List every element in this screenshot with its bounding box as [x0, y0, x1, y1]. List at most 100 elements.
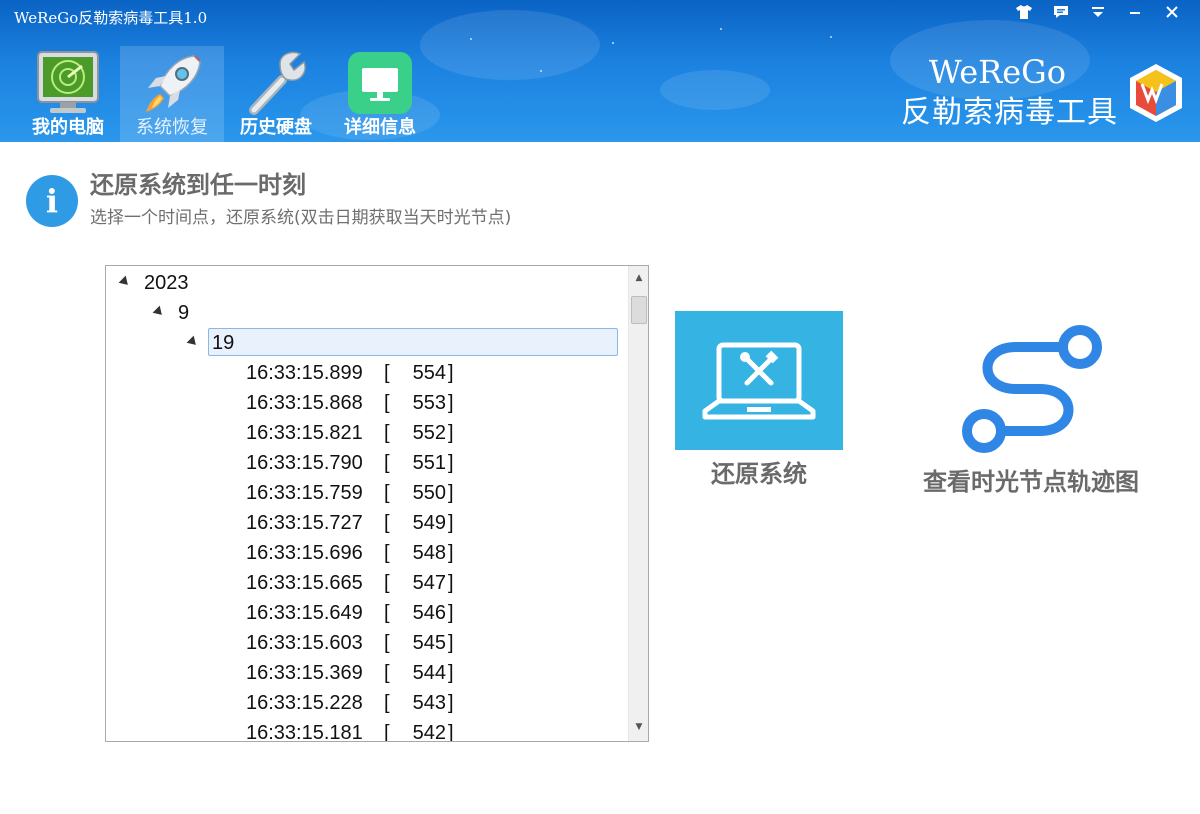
bracket-open: [ — [384, 692, 390, 714]
restore-point-time: 16:33:15.821 — [246, 422, 363, 444]
restore-point-item[interactable]: 16:33:15.790 [551] — [106, 448, 628, 478]
scrollbar-thumb[interactable] — [631, 296, 647, 324]
restore-system-label[interactable]: 还原系统 — [675, 458, 843, 490]
restore-point-item[interactable]: 16:33:15.228 [543] — [106, 688, 628, 718]
restore-point-index: 551 — [412, 452, 446, 474]
tab-history-disk[interactable]: 历史硬盘 — [224, 46, 328, 142]
feedback-button[interactable] — [1042, 0, 1079, 24]
bracket-close: ] — [448, 392, 454, 414]
page-subtitle: 选择一个时间点，还原系统(双击日期获取当天时光节点) — [90, 208, 512, 228]
star-decoration — [612, 42, 614, 44]
restore-point-item[interactable]: 16:33:15.899 [554] — [106, 358, 628, 388]
brand: WeReGo 反勒索病毒工具 — [878, 48, 1118, 138]
tree-scrollbar[interactable]: ▲ ▼ — [628, 266, 648, 741]
close-button[interactable] — [1153, 0, 1190, 24]
minimize-icon — [1129, 12, 1140, 14]
restore-point-item[interactable]: 16:33:15.603 [545] — [106, 628, 628, 658]
minimize-button[interactable] — [1116, 0, 1153, 24]
tree-node-month[interactable]: 9 — [106, 298, 628, 328]
tree-node-label: 19 — [212, 332, 235, 354]
restore-system-button[interactable] — [675, 311, 843, 450]
restore-point-index: 545 — [412, 632, 446, 654]
restore-point-index: 543 — [412, 692, 446, 714]
restore-point-time: 16:33:15.696 — [246, 542, 363, 564]
bracket-open: [ — [384, 722, 390, 741]
restore-point-time: 16:33:15.790 — [246, 452, 363, 474]
brand-name-en: WeReGo — [928, 53, 1066, 91]
tab-details[interactable]: 详细信息 — [328, 46, 432, 142]
restore-point-item[interactable]: 16:33:15.696 [548] — [106, 538, 628, 568]
scroll-up-icon[interactable]: ▲ — [629, 268, 648, 288]
restore-point-item[interactable]: 16:33:15.649 [546] — [106, 598, 628, 628]
tree-node-label: 2023 — [144, 272, 189, 294]
star-decoration — [470, 38, 472, 40]
restore-point-index: 550 — [412, 482, 446, 504]
restore-point-time: 16:33:15.649 — [246, 602, 363, 624]
main-nav: 我的电脑 系统恢复 历史硬盘 详细信息 — [16, 46, 432, 142]
route-path-icon — [962, 325, 1102, 453]
bracket-open: [ — [384, 602, 390, 624]
bracket-close: ] — [448, 662, 454, 684]
bracket-open: [ — [384, 482, 390, 504]
bracket-close: ] — [448, 722, 454, 741]
bracket-close: ] — [448, 692, 454, 714]
tab-label: 历史硬盘 — [240, 117, 312, 138]
selection-highlight — [208, 328, 618, 356]
restore-point-item[interactable]: 16:33:15.821 [552] — [106, 418, 628, 448]
scroll-down-icon[interactable]: ▼ — [629, 717, 648, 737]
restore-point-item[interactable]: 16:33:15.727 [549] — [106, 508, 628, 538]
restore-point-time: 16:33:15.899 — [246, 362, 363, 384]
expanded-caret-icon — [152, 305, 166, 319]
tab-my-computer[interactable]: 我的电脑 — [16, 46, 120, 142]
bracket-close: ] — [448, 602, 454, 624]
restore-point-item[interactable]: 16:33:15.369 [544] — [106, 658, 628, 688]
radar-monitor-icon — [37, 51, 99, 113]
star-decoration — [720, 28, 722, 30]
restore-point-time: 16:33:15.665 — [246, 572, 363, 594]
restore-point-item[interactable]: 16:33:15.665 [547] — [106, 568, 628, 598]
bracket-close: ] — [448, 422, 454, 444]
bracket-open: [ — [384, 572, 390, 594]
restore-point-item[interactable]: 16:33:15.759 [550] — [106, 478, 628, 508]
restore-point-time: 16:33:15.868 — [246, 392, 363, 414]
brand-logo-icon — [1130, 64, 1182, 122]
menu-button[interactable] — [1079, 0, 1116, 24]
bracket-open: [ — [384, 542, 390, 564]
restore-point-item[interactable]: 16:33:15.181 [542] — [106, 718, 628, 741]
restore-point-index: 544 — [412, 662, 446, 684]
bracket-open: [ — [384, 362, 390, 384]
bracket-open: [ — [384, 452, 390, 474]
info-icon: i — [26, 175, 78, 227]
bracket-open: [ — [384, 422, 390, 444]
close-icon — [1165, 6, 1178, 18]
bracket-open: [ — [384, 662, 390, 684]
restore-point-item[interactable]: 16:33:15.868 [553] — [106, 388, 628, 418]
expanded-caret-icon — [118, 275, 132, 289]
restore-point-index: 552 — [412, 422, 446, 444]
tab-system-restore[interactable]: 系统恢复 — [120, 46, 224, 142]
bracket-open: [ — [384, 512, 390, 534]
tree-node-year[interactable]: 2023 — [106, 268, 628, 298]
expanded-caret-icon — [186, 335, 200, 349]
bracket-close: ] — [448, 632, 454, 654]
bracket-close: ] — [448, 512, 454, 534]
monitor-icon — [348, 52, 412, 114]
laptop-tools-icon — [702, 342, 816, 420]
view-timeline-label[interactable]: 查看时光节点轨迹图 — [900, 466, 1162, 498]
chat-icon — [1053, 6, 1068, 18]
cloud-decoration — [420, 10, 600, 80]
view-timeline-button[interactable] — [940, 315, 1125, 465]
bracket-open: [ — [384, 632, 390, 654]
restore-point-index: 547 — [412, 572, 446, 594]
tab-label: 系统恢复 — [136, 117, 208, 138]
title-bar: WeReGo反勒索病毒工具1.0 我的电脑 系统恢复 历史硬盘 详细信息 WeR… — [0, 0, 1200, 142]
restore-point-index: 549 — [412, 512, 446, 534]
skin-button[interactable] — [1005, 0, 1042, 24]
restore-point-tree[interactable]: 2023 9 19 16:33:15.899 [554] 16:33:15.868 [… — [105, 265, 649, 742]
restore-point-index: 554 — [412, 362, 446, 384]
app-title: WeReGo反勒索病毒工具1.0 — [14, 9, 208, 27]
restore-point-time: 16:33:15.727 — [246, 512, 363, 534]
menu-icon — [1091, 7, 1104, 17]
tree-node-day[interactable]: 19 — [106, 328, 628, 358]
bracket-close: ] — [448, 452, 454, 474]
